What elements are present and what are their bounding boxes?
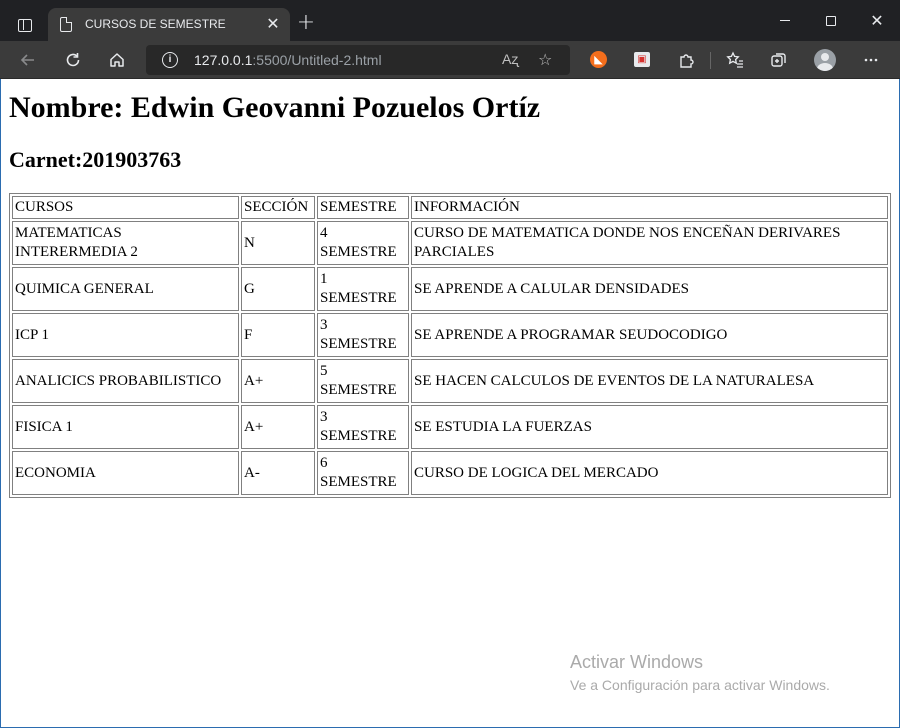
info-cell: SE HACEN CALCULOS DE EVENTOS DE LA NATUR… bbox=[411, 359, 888, 403]
course-cell: ICP 1 bbox=[12, 313, 239, 357]
info-cell: SE APRENDE A CALULAR DENSIDADES bbox=[411, 267, 888, 311]
courses-table: CURSOS SECCIÓN SEMESTRE INFORMACIÓN MATE… bbox=[9, 193, 891, 498]
collections-button[interactable] bbox=[765, 46, 793, 74]
toolbar-divider bbox=[710, 52, 711, 69]
table-row: ICP 1 F 3 SEMESTRE SE APRENDE A PROGRAMA… bbox=[12, 313, 888, 357]
collections-icon bbox=[771, 53, 786, 67]
profile-avatar[interactable] bbox=[814, 49, 836, 71]
tab-title: CURSOS DE SEMESTRE bbox=[85, 17, 226, 31]
section-cell: A+ bbox=[241, 359, 315, 403]
course-cell: MATEMATICAS INTERERMEDIA 2 bbox=[12, 221, 239, 265]
minimize-button[interactable] bbox=[762, 0, 808, 41]
table-row: FISICA 1 A+ 3 SEMESTRE SE ESTUDIA LA FUE… bbox=[12, 405, 888, 449]
course-cell: QUIMICA GENERAL bbox=[12, 267, 239, 311]
info-cell: CURSO DE LOGICA DEL MERCADO bbox=[411, 451, 888, 495]
extension-pdf-icon[interactable]: ▣ bbox=[634, 52, 650, 67]
favorites-button[interactable] bbox=[721, 46, 749, 74]
course-cell: ANALICICS PROBABILISTICO bbox=[12, 359, 239, 403]
more-dots-icon bbox=[864, 58, 878, 62]
more-menu-button[interactable] bbox=[857, 46, 885, 74]
section-cell: A+ bbox=[241, 405, 315, 449]
puzzle-icon bbox=[680, 54, 694, 68]
section-cell: G bbox=[241, 267, 315, 311]
address-bar[interactable]: i 127.0.0.1:5500/Untitled-2.html Aʐ ☆ bbox=[146, 45, 570, 75]
header-cell: CURSOS bbox=[12, 196, 239, 219]
semester-cell: 3 SEMESTRE bbox=[317, 313, 409, 357]
extensions-button[interactable] bbox=[672, 46, 700, 74]
page-title: Nombre: Edwin Geovanni Pozuelos Ortíz bbox=[9, 91, 541, 124]
back-arrow-icon bbox=[20, 54, 34, 66]
course-cell: ECONOMIA bbox=[12, 451, 239, 495]
read-aloud-icon[interactable]: Aʐ bbox=[502, 51, 518, 67]
section-cell: F bbox=[241, 313, 315, 357]
semester-cell: 3 SEMESTRE bbox=[317, 405, 409, 449]
add-favorite-icon[interactable]: ☆ bbox=[538, 50, 552, 69]
title-bar: CURSOS DE SEMESTRE ✕ + ✕ bbox=[0, 0, 900, 41]
info-cell: CURSO DE MATEMATICA DONDE NOS ENCEÑAN DE… bbox=[411, 221, 888, 265]
table-header-row: CURSOS SECCIÓN SEMESTRE INFORMACIÓN bbox=[12, 196, 888, 219]
refresh-button[interactable] bbox=[59, 46, 87, 74]
courses-table-body: CURSOS SECCIÓN SEMESTRE INFORMACIÓN MATE… bbox=[12, 196, 888, 495]
table-row: QUIMICA GENERAL G 1 SEMESTRE SE APRENDE … bbox=[12, 267, 888, 311]
tab-actions-icon[interactable] bbox=[8, 9, 42, 41]
semester-cell: 6 SEMESTRE bbox=[317, 451, 409, 495]
info-cell: SE APRENDE A PROGRAMAR SEUDOCODIGO bbox=[411, 313, 888, 357]
semester-cell: 1 SEMESTRE bbox=[317, 267, 409, 311]
header-cell: INFORMACIÓN bbox=[411, 196, 888, 219]
page-content: Nombre: Edwin Geovanni Pozuelos Ortíz Ca… bbox=[1, 79, 899, 727]
page-icon bbox=[60, 17, 72, 32]
table-row: ANALICICS PROBABILISTICO A+ 5 SEMESTRE S… bbox=[12, 359, 888, 403]
browser-tab[interactable]: CURSOS DE SEMESTRE ✕ bbox=[48, 8, 290, 41]
watermark-subtitle: Ve a Configuración para activar Windows. bbox=[570, 677, 830, 693]
close-tab-icon[interactable]: ✕ bbox=[264, 15, 282, 33]
maximize-button[interactable] bbox=[808, 0, 854, 41]
new-tab-button[interactable]: + bbox=[294, 12, 318, 36]
section-cell: N bbox=[241, 221, 315, 265]
home-button[interactable] bbox=[103, 46, 131, 74]
semester-cell: 5 SEMESTRE bbox=[317, 359, 409, 403]
header-cell: SECCIÓN bbox=[241, 196, 315, 219]
back-button[interactable] bbox=[14, 46, 42, 74]
refresh-icon bbox=[66, 53, 80, 67]
favorites-list-icon bbox=[726, 51, 743, 68]
watermark-title: Activar Windows bbox=[570, 652, 704, 672]
header-cell: SEMESTRE bbox=[317, 196, 409, 219]
close-window-button[interactable]: ✕ bbox=[854, 0, 900, 41]
course-cell: FISICA 1 bbox=[12, 405, 239, 449]
section-cell: A- bbox=[241, 451, 315, 495]
home-icon bbox=[110, 53, 124, 67]
site-info-icon[interactable]: i bbox=[162, 52, 178, 68]
windows-activation-watermark: Activar Windows Ve a Configuración para … bbox=[570, 652, 830, 693]
extension-rss-icon[interactable]: ◣ bbox=[590, 51, 607, 68]
info-cell: SE ESTUDIA LA FUERZAS bbox=[411, 405, 888, 449]
semester-cell: 4 SEMESTRE bbox=[317, 221, 409, 265]
table-row: MATEMATICAS INTERERMEDIA 2 N 4 SEMESTRE … bbox=[12, 221, 888, 265]
carnet-heading: Carnet:201903763 bbox=[9, 147, 182, 172]
table-row: ECONOMIA A- 6 SEMESTRE CURSO DE LOGICA D… bbox=[12, 451, 888, 495]
url-text[interactable]: 127.0.0.1:5500/Untitled-2.html bbox=[194, 52, 382, 68]
window-border bbox=[0, 79, 1, 728]
